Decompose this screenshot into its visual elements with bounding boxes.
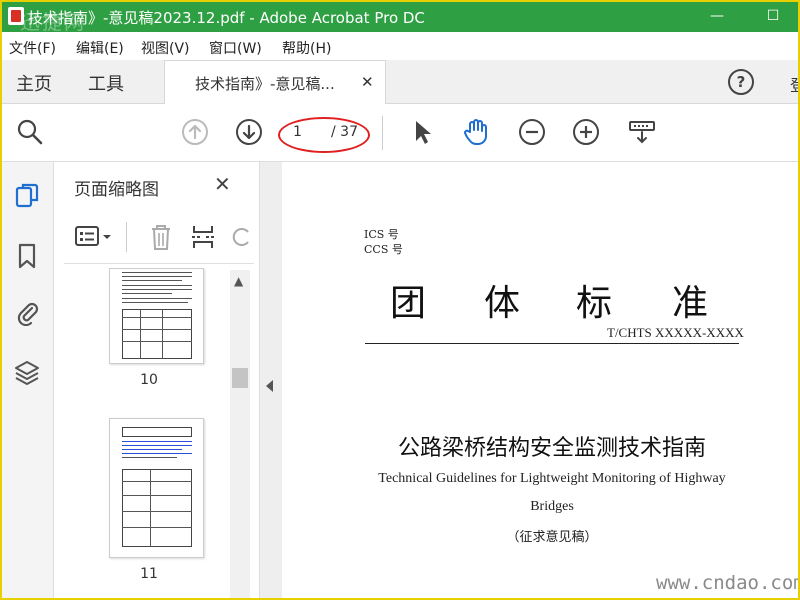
menu-file[interactable]: 文件(F) <box>9 38 56 58</box>
document-title-en-line2: Bridges <box>530 499 574 514</box>
tab-document[interactable]: 技术指南》-意见稿... ✕ <box>164 60 386 104</box>
thumbnail-page-11[interactable] <box>109 418 204 558</box>
tab-home[interactable]: 主页 <box>16 70 52 96</box>
previous-page-icon[interactable] <box>181 118 209 146</box>
menu-window[interactable]: 窗口(W) <box>209 38 262 58</box>
thumbnail-list: 10 11 <box>54 268 244 598</box>
maximize-button[interactable]: ☐ <box>758 6 788 28</box>
next-page-icon[interactable] <box>235 118 263 146</box>
menu-edit[interactable]: 编辑(E) <box>76 38 124 58</box>
collapse-panel-icon[interactable] <box>266 380 273 392</box>
toolbar: 1 / 37 <box>2 104 798 162</box>
menu-bar: 文件(F) 编辑(E) 视图(V) 窗口(W) 帮助(H) <box>2 32 798 60</box>
tab-tools[interactable]: 工具 <box>88 70 124 96</box>
search-zoom-icon[interactable] <box>16 118 44 146</box>
layers-icon[interactable] <box>14 358 40 386</box>
close-tab-icon[interactable]: ✕ <box>361 73 374 91</box>
title-rule <box>365 343 739 344</box>
hand-tool-icon[interactable] <box>462 118 490 146</box>
ccs-number: CCS 号 <box>364 243 403 256</box>
heading-char-3: 标 <box>576 283 613 324</box>
thumbnail-label-11: 11 <box>140 566 158 582</box>
heading-char-2: 体 <box>484 283 521 324</box>
panel-collapse-strip[interactable] <box>260 162 282 598</box>
menu-help[interactable]: 帮助(H) <box>282 38 331 58</box>
window-title: 技术指南》-意见稿2023.12.pdf - Adobe Acrobat Pro… <box>28 9 425 27</box>
thumbnail-scrollbar[interactable]: ▲ <box>230 270 250 598</box>
app-window: 迅捷网 技术指南》-意见稿2023.12.pdf - Adobe Acrobat… <box>0 0 800 600</box>
document-tab-label: 技术指南》-意见稿... <box>195 75 335 93</box>
thumbnail-page-10[interactable] <box>109 268 204 364</box>
watermark-url: www.cndao.com <box>656 572 800 594</box>
zoom-in-icon[interactable] <box>572 118 600 146</box>
scrollbar-thumb[interactable] <box>232 368 248 388</box>
rotate-page-icon[interactable] <box>230 224 252 250</box>
tab-bar: 主页 工具 技术指南》-意见稿... ✕ ? 登 <box>2 60 798 104</box>
thumbnail-options-icon[interactable] <box>74 224 114 250</box>
close-panel-icon[interactable]: ✕ <box>214 172 231 196</box>
heading-char-1: 团 <box>390 283 427 324</box>
minimize-button[interactable]: — <box>702 6 732 28</box>
heading-char-4: 准 <box>672 283 709 324</box>
standard-number: T/CHTS XXXXX-XXXX <box>607 325 744 340</box>
red-annotation-circle <box>278 117 370 153</box>
menu-view[interactable]: 视图(V) <box>141 38 190 58</box>
document-title-cn: 公路梁桥结构安全监测技术指南 <box>397 436 706 461</box>
delete-page-icon[interactable] <box>148 222 174 252</box>
ics-number: ICS 号 <box>364 228 399 241</box>
toolbar-divider <box>382 116 383 150</box>
zoom-out-icon[interactable] <box>518 118 546 146</box>
sign-in-button[interactable]: 登 <box>790 72 798 96</box>
attachment-icon[interactable] <box>14 298 40 326</box>
page-thumbnails-icon[interactable] <box>14 182 40 210</box>
document-title-en-line1: Technical Guidelines for Lightweight Mon… <box>378 471 726 486</box>
insert-page-icon[interactable] <box>190 222 216 252</box>
scroll-up-icon[interactable]: ▲ <box>234 274 243 288</box>
left-navigation-rail <box>2 162 54 598</box>
help-icon[interactable]: ? <box>728 69 754 95</box>
panel-toolbar-divider <box>126 222 127 252</box>
draft-note: （征求意见稿） <box>506 530 598 545</box>
panel-title: 页面缩略图 <box>74 180 159 200</box>
title-bar: 迅捷网 技术指南》-意见稿2023.12.pdf - Adobe Acrobat… <box>2 2 798 34</box>
keyboard-scroll-icon[interactable] <box>628 118 656 146</box>
bookmark-icon[interactable] <box>14 242 40 270</box>
panel-toolbar <box>64 214 254 264</box>
thumbnail-label-10: 10 <box>140 372 158 388</box>
document-page: ICS 号 CCS 号 团 体 标 准 T/CHTS XXXXX-XXXX 公路… <box>282 162 800 598</box>
page-thumbnails-panel: 页面缩略图 ✕ 10 11 ▲ <box>54 162 260 598</box>
select-cursor-icon[interactable] <box>409 118 437 146</box>
